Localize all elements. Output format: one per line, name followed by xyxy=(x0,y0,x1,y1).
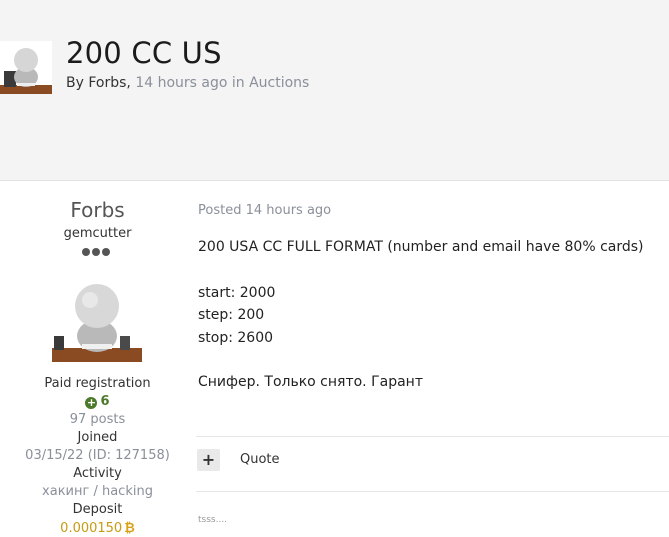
in-prefix: in xyxy=(231,75,245,91)
forum-link[interactable]: Auctions xyxy=(249,75,309,91)
activity-value: хакинг / hacking xyxy=(42,484,153,499)
avatar-figure-icon xyxy=(0,41,52,94)
page-title: 200 CC US xyxy=(66,36,222,70)
deposit-amount: 0.000150 ₿ xyxy=(0,520,195,536)
topic-author-link[interactable]: Forbs xyxy=(88,75,126,91)
activity-label: Activity xyxy=(73,466,122,481)
post-line: Снифер. Только снято. Гарант xyxy=(198,374,423,390)
author-avatar-small[interactable] xyxy=(0,41,52,94)
quote-button[interactable]: Quote xyxy=(240,452,280,467)
post-author-name[interactable]: Forbs xyxy=(0,198,195,222)
author-avatar[interactable] xyxy=(52,280,142,362)
topic-time: 14 hours ago xyxy=(135,75,228,91)
author-post-count: 97 posts xyxy=(69,412,126,427)
byline-separator: , xyxy=(126,75,131,91)
rank-pip xyxy=(82,248,90,256)
post-date[interactable]: Posted 14 hours ago xyxy=(198,203,331,218)
rank-pips xyxy=(82,247,112,257)
post-line: step: 200 xyxy=(198,307,265,323)
plus-circle-icon: + xyxy=(85,396,98,409)
joined-value: 03/15/22 (ID: 127158) xyxy=(25,448,170,463)
post-line: 200 USA CC FULL FORMAT (number and email… xyxy=(198,239,644,255)
author-group: Paid registration xyxy=(44,376,151,391)
rank-pip xyxy=(92,248,100,256)
by-prefix: By xyxy=(66,75,84,91)
post-signature: tsss.... xyxy=(198,515,228,525)
signature-divider xyxy=(196,491,669,492)
author-rank: gemcutter xyxy=(63,226,132,241)
joined-label: Joined xyxy=(77,430,118,445)
multiquote-button[interactable]: + xyxy=(197,449,220,471)
rank-pip xyxy=(102,248,110,256)
avatar-figure-icon xyxy=(52,280,142,362)
deposit-value: 0.000150 xyxy=(60,521,123,536)
post-divider xyxy=(196,436,669,437)
topic-header: 200 CC US By Forbs, 14 hours ago in Auct… xyxy=(0,0,669,181)
post-line: stop: 2600 xyxy=(198,330,274,346)
deposit-label: Deposit xyxy=(72,502,123,517)
topic-byline: By Forbs, 14 hours ago in Auctions xyxy=(66,75,309,91)
bitcoin-icon: ₿ xyxy=(124,521,135,536)
post-line: start: 2000 xyxy=(198,285,276,301)
reputation-value: 6 xyxy=(100,394,110,409)
author-reputation: +6 xyxy=(0,394,195,409)
